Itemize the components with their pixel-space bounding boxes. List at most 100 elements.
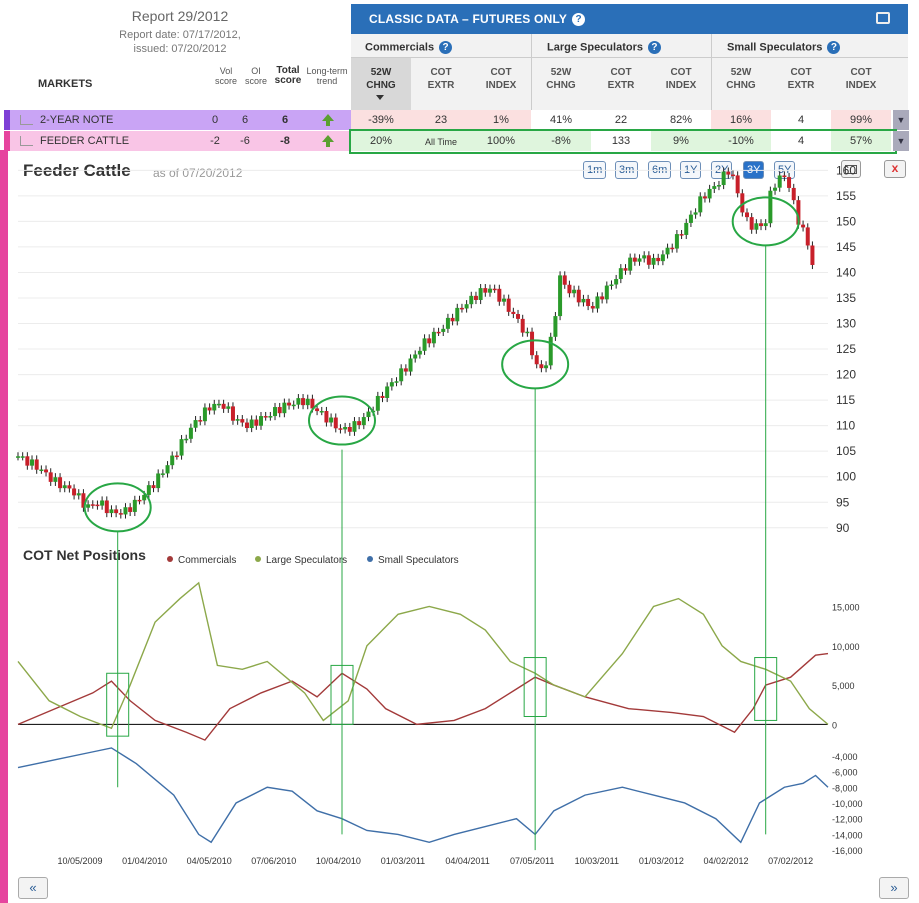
legend-marker <box>167 556 173 562</box>
chart-area: 90 95 100 105 110 115 120 125 130 135 140 145 150 155… <box>16 163 863 866</box>
candle-body <box>632 257 637 262</box>
candle-body <box>291 404 296 407</box>
candle-body <box>389 382 394 387</box>
candle-body <box>572 289 577 294</box>
candle-body <box>516 314 521 319</box>
cot-tick-label: -14,000 <box>832 830 863 840</box>
candle-body <box>338 428 343 430</box>
candle-body <box>235 419 240 421</box>
candle-body <box>455 307 460 322</box>
candle-body <box>104 500 109 514</box>
cot-tick-label: 0 <box>832 720 837 730</box>
candle-body <box>403 368 408 372</box>
candle-body <box>679 234 684 236</box>
candle-body <box>777 175 782 188</box>
candle-body <box>62 485 67 489</box>
candle-body <box>511 311 516 315</box>
candle-body <box>684 222 689 235</box>
candle-body <box>315 408 320 412</box>
candle-body <box>805 227 810 246</box>
candle-body <box>361 417 366 426</box>
candle-body <box>48 472 53 482</box>
cot-title: COT Net Positions <box>23 547 146 563</box>
candle-body <box>576 289 581 303</box>
candle-body <box>487 288 492 293</box>
candle-body <box>721 171 726 186</box>
candle-body <box>436 331 441 334</box>
candle-body <box>132 499 137 512</box>
candle-body <box>394 381 399 383</box>
candle-body <box>483 288 488 293</box>
candle-body <box>665 247 670 255</box>
price-tick-label: 105 <box>836 444 856 458</box>
candle-body <box>67 485 72 489</box>
candle-body <box>567 284 572 294</box>
candle-body <box>109 509 114 514</box>
candle-body <box>787 177 792 188</box>
candle-body <box>160 473 165 475</box>
candle-body <box>459 307 464 310</box>
x-tick-label: 04/04/2011 <box>445 856 489 866</box>
candle-body <box>520 318 525 333</box>
candle-body <box>165 465 170 474</box>
price-tick-label: 155 <box>836 189 856 203</box>
cot-tick-label: 10,000 <box>832 642 860 652</box>
candle-body <box>801 224 806 228</box>
candle-body <box>745 212 749 218</box>
candle-body <box>277 407 282 414</box>
candle-body <box>623 268 628 271</box>
candle-body <box>674 234 679 249</box>
candle-body <box>259 416 263 426</box>
candle-body <box>273 407 278 417</box>
candle-body <box>128 507 133 512</box>
highlight-circle <box>83 482 152 533</box>
candle-body <box>478 288 483 300</box>
candle-body <box>39 469 44 471</box>
candle-body <box>702 196 707 199</box>
next-button[interactable]: » <box>879 877 909 899</box>
candle-body <box>193 420 198 428</box>
price-tick-label: 145 <box>836 240 856 254</box>
legend-marker <box>367 556 373 562</box>
candle-body <box>287 402 292 406</box>
candle-body <box>25 456 30 466</box>
candle-body <box>137 499 142 502</box>
candle-body <box>749 217 754 230</box>
candle-body <box>698 196 703 213</box>
x-tick-label: 07/05/2011 <box>510 856 554 866</box>
candle-body <box>385 386 390 398</box>
legend-label: Small Speculators <box>378 555 459 566</box>
candle-body <box>422 338 427 351</box>
x-tick-label: 07/02/2012 <box>768 856 813 866</box>
candle-body <box>707 188 712 199</box>
candle-body <box>53 477 58 482</box>
x-tick-label: 10/03/2011 <box>575 856 619 866</box>
candle-body <box>534 355 539 365</box>
candle-body <box>693 212 698 215</box>
candle-body <box>179 439 184 456</box>
candle-body <box>614 279 619 285</box>
candle-body <box>329 417 334 423</box>
candle-body <box>754 223 759 230</box>
candle-body <box>30 459 35 466</box>
cot-tick-label: -4,000 <box>832 752 858 762</box>
candle-body <box>366 411 371 418</box>
candle-body <box>72 488 77 496</box>
candle-body <box>810 245 815 265</box>
candle-body <box>441 328 446 332</box>
candle-body <box>730 174 735 177</box>
candle-body <box>651 257 656 265</box>
candle-body <box>726 171 731 175</box>
candle-body <box>716 185 721 187</box>
x-tick-label: 07/06/2010 <box>251 856 296 866</box>
cot-tick-label: -12,000 <box>832 815 863 825</box>
candle-body <box>646 255 651 265</box>
candle-body <box>544 365 549 369</box>
candle-body <box>660 254 665 262</box>
candle-body <box>216 403 221 406</box>
candle-body <box>118 513 123 515</box>
prev-button[interactable]: « <box>18 877 48 899</box>
candle-body <box>34 459 39 470</box>
candle-body <box>464 304 469 309</box>
candle-body <box>16 456 20 458</box>
